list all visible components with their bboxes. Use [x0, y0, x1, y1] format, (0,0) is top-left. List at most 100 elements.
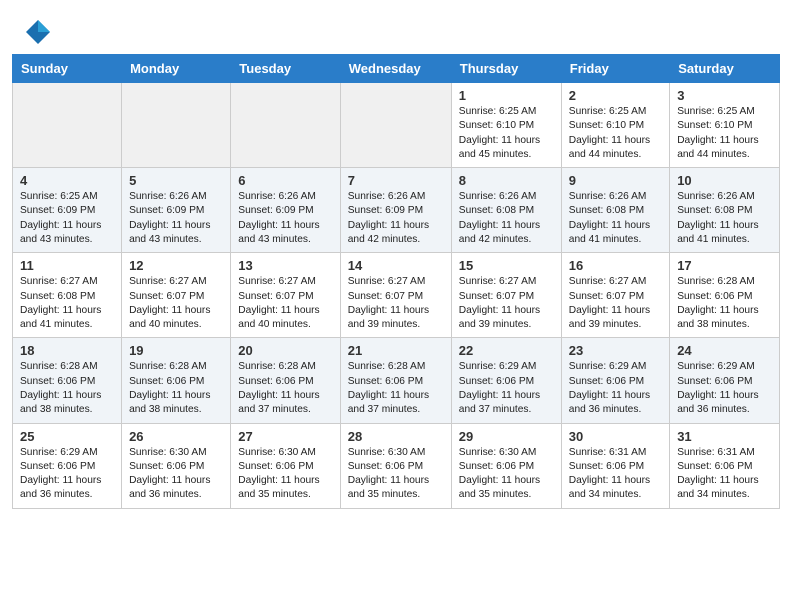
calendar-day-cell: 24 Sunrise: 6:29 AM Sunset: 6:06 PM Dayli…: [670, 338, 780, 423]
weekday-header-friday: Friday: [561, 55, 669, 83]
calendar-day-cell: 11 Sunrise: 6:27 AM Sunset: 6:08 PM Dayli…: [13, 253, 122, 338]
calendar-day-cell: 28 Sunrise: 6:30 AM Sunset: 6:06 PM Dayli…: [340, 423, 451, 508]
day-number: 26: [129, 429, 223, 444]
calendar-body: 1 Sunrise: 6:25 AM Sunset: 6:10 PM Daylig…: [13, 83, 780, 509]
day-number: 7: [348, 173, 444, 188]
calendar-table: SundayMondayTuesdayWednesdayThursdayFrid…: [12, 54, 780, 509]
day-info: Sunrise: 6:31 AM Sunset: 6:06 PM Dayligh…: [569, 446, 662, 503]
day-info: Sunrise: 6:29 AM Sunset: 6:06 PM Dayligh…: [569, 360, 662, 417]
day-number: 6: [238, 173, 332, 188]
calendar-day-cell: [122, 83, 231, 168]
day-number: 18: [20, 343, 114, 358]
day-number: 28: [348, 429, 444, 444]
day-info: Sunrise: 6:31 AM Sunset: 6:06 PM Dayligh…: [677, 446, 772, 503]
calendar-day-cell: 26 Sunrise: 6:30 AM Sunset: 6:06 PM Dayli…: [122, 423, 231, 508]
weekday-header-wednesday: Wednesday: [340, 55, 451, 83]
calendar-day-cell: 23 Sunrise: 6:29 AM Sunset: 6:06 PM Dayli…: [561, 338, 669, 423]
day-number: 2: [569, 88, 662, 103]
calendar-header-row: SundayMondayTuesdayWednesdayThursdayFrid…: [13, 55, 780, 83]
day-info: Sunrise: 6:30 AM Sunset: 6:06 PM Dayligh…: [348, 446, 444, 503]
day-info: Sunrise: 6:27 AM Sunset: 6:07 PM Dayligh…: [459, 275, 554, 332]
day-info: Sunrise: 6:25 AM Sunset: 6:10 PM Dayligh…: [459, 105, 554, 162]
day-info: Sunrise: 6:30 AM Sunset: 6:06 PM Dayligh…: [129, 446, 223, 503]
day-info: Sunrise: 6:28 AM Sunset: 6:06 PM Dayligh…: [348, 360, 444, 417]
calendar-day-cell: [231, 83, 340, 168]
day-info: Sunrise: 6:27 AM Sunset: 6:07 PM Dayligh…: [238, 275, 332, 332]
day-info: Sunrise: 6:28 AM Sunset: 6:06 PM Dayligh…: [677, 275, 772, 332]
calendar-week-row: 1 Sunrise: 6:25 AM Sunset: 6:10 PM Daylig…: [13, 83, 780, 168]
weekday-header-sunday: Sunday: [13, 55, 122, 83]
calendar-day-cell: [13, 83, 122, 168]
day-info: Sunrise: 6:26 AM Sunset: 6:09 PM Dayligh…: [129, 190, 223, 247]
day-info: Sunrise: 6:27 AM Sunset: 6:07 PM Dayligh…: [129, 275, 223, 332]
day-info: Sunrise: 6:30 AM Sunset: 6:06 PM Dayligh…: [238, 446, 332, 503]
calendar-week-row: 25 Sunrise: 6:29 AM Sunset: 6:06 PM Dayli…: [13, 423, 780, 508]
day-number: 20: [238, 343, 332, 358]
day-info: Sunrise: 6:25 AM Sunset: 6:10 PM Dayligh…: [677, 105, 772, 162]
weekday-header-tuesday: Tuesday: [231, 55, 340, 83]
day-info: Sunrise: 6:27 AM Sunset: 6:07 PM Dayligh…: [348, 275, 444, 332]
calendar-day-cell: 30 Sunrise: 6:31 AM Sunset: 6:06 PM Dayli…: [561, 423, 669, 508]
calendar-week-row: 11 Sunrise: 6:27 AM Sunset: 6:08 PM Dayli…: [13, 253, 780, 338]
day-number: 10: [677, 173, 772, 188]
calendar-day-cell: 27Sunrise: 6:30 AM Sunset: 6:06 PM Dayli…: [231, 423, 340, 508]
day-info: Sunrise: 6:27 AM Sunset: 6:07 PM Dayligh…: [569, 275, 662, 332]
day-info: Sunrise: 6:25 AM Sunset: 6:10 PM Dayligh…: [569, 105, 662, 162]
day-number: 24: [677, 343, 772, 358]
day-info: Sunrise: 6:29 AM Sunset: 6:06 PM Dayligh…: [677, 360, 772, 417]
day-number: 11: [20, 258, 114, 273]
day-number: 16: [569, 258, 662, 273]
calendar-day-cell: 19Sunrise: 6:28 AM Sunset: 6:06 PM Dayli…: [122, 338, 231, 423]
day-number: 12: [129, 258, 223, 273]
day-info: Sunrise: 6:25 AM Sunset: 6:09 PM Dayligh…: [20, 190, 114, 247]
day-info: Sunrise: 6:30 AM Sunset: 6:06 PM Dayligh…: [459, 446, 554, 503]
day-number: 9: [569, 173, 662, 188]
day-number: 17: [677, 258, 772, 273]
day-number: 15: [459, 258, 554, 273]
calendar-day-cell: 7Sunrise: 6:26 AM Sunset: 6:09 PM Daylig…: [340, 168, 451, 253]
calendar-day-cell: 12 Sunrise: 6:27 AM Sunset: 6:07 PM Dayli…: [122, 253, 231, 338]
calendar-day-cell: 2 Sunrise: 6:25 AM Sunset: 6:10 PM Daylig…: [561, 83, 669, 168]
day-number: 1: [459, 88, 554, 103]
day-info: Sunrise: 6:26 AM Sunset: 6:09 PM Dayligh…: [238, 190, 332, 247]
calendar-day-cell: 31 Sunrise: 6:31 AM Sunset: 6:06 PM Dayli…: [670, 423, 780, 508]
day-info: Sunrise: 6:28 AM Sunset: 6:06 PM Dayligh…: [129, 360, 223, 417]
calendar-day-cell: 22 Sunrise: 6:29 AM Sunset: 6:06 PM Dayli…: [451, 338, 561, 423]
day-info: Sunrise: 6:29 AM Sunset: 6:06 PM Dayligh…: [459, 360, 554, 417]
day-number: 31: [677, 429, 772, 444]
calendar-day-cell: 21Sunrise: 6:28 AM Sunset: 6:06 PM Dayli…: [340, 338, 451, 423]
calendar-week-row: 4Sunrise: 6:25 AM Sunset: 6:09 PM Daylig…: [13, 168, 780, 253]
weekday-header-monday: Monday: [122, 55, 231, 83]
day-number: 23: [569, 343, 662, 358]
day-number: 29: [459, 429, 554, 444]
calendar-day-cell: 10 Sunrise: 6:26 AM Sunset: 6:08 PM Dayli…: [670, 168, 780, 253]
day-number: 13: [238, 258, 332, 273]
calendar-wrapper: SundayMondayTuesdayWednesdayThursdayFrid…: [0, 54, 792, 521]
day-number: 8: [459, 173, 554, 188]
day-number: 22: [459, 343, 554, 358]
day-number: 3: [677, 88, 772, 103]
calendar-day-cell: 5 Sunrise: 6:26 AM Sunset: 6:09 PM Daylig…: [122, 168, 231, 253]
day-number: 30: [569, 429, 662, 444]
page-header: [0, 0, 792, 54]
calendar-week-row: 18 Sunrise: 6:28 AM Sunset: 6:06 PM Dayli…: [13, 338, 780, 423]
day-info: Sunrise: 6:26 AM Sunset: 6:08 PM Dayligh…: [677, 190, 772, 247]
calendar-day-cell: 3 Sunrise: 6:25 AM Sunset: 6:10 PM Daylig…: [670, 83, 780, 168]
logo-icon: [24, 18, 52, 46]
calendar-day-cell: 25 Sunrise: 6:29 AM Sunset: 6:06 PM Dayli…: [13, 423, 122, 508]
calendar-day-cell: 29 Sunrise: 6:30 AM Sunset: 6:06 PM Dayli…: [451, 423, 561, 508]
calendar-day-cell: 20 Sunrise: 6:28 AM Sunset: 6:06 PM Dayli…: [231, 338, 340, 423]
calendar-day-cell: 13 Sunrise: 6:27 AM Sunset: 6:07 PM Dayli…: [231, 253, 340, 338]
calendar-day-cell: 15 Sunrise: 6:27 AM Sunset: 6:07 PM Dayli…: [451, 253, 561, 338]
calendar-day-cell: 9Sunrise: 6:26 AM Sunset: 6:08 PM Daylig…: [561, 168, 669, 253]
day-number: 5: [129, 173, 223, 188]
day-info: Sunrise: 6:28 AM Sunset: 6:06 PM Dayligh…: [20, 360, 114, 417]
day-info: Sunrise: 6:27 AM Sunset: 6:08 PM Dayligh…: [20, 275, 114, 332]
calendar-day-cell: 17 Sunrise: 6:28 AM Sunset: 6:06 PM Dayli…: [670, 253, 780, 338]
weekday-header-saturday: Saturday: [670, 55, 780, 83]
calendar-day-cell: 18 Sunrise: 6:28 AM Sunset: 6:06 PM Dayli…: [13, 338, 122, 423]
day-info: Sunrise: 6:28 AM Sunset: 6:06 PM Dayligh…: [238, 360, 332, 417]
day-number: 25: [20, 429, 114, 444]
calendar-day-cell: 4Sunrise: 6:25 AM Sunset: 6:09 PM Daylig…: [13, 168, 122, 253]
day-info: Sunrise: 6:29 AM Sunset: 6:06 PM Dayligh…: [20, 446, 114, 503]
